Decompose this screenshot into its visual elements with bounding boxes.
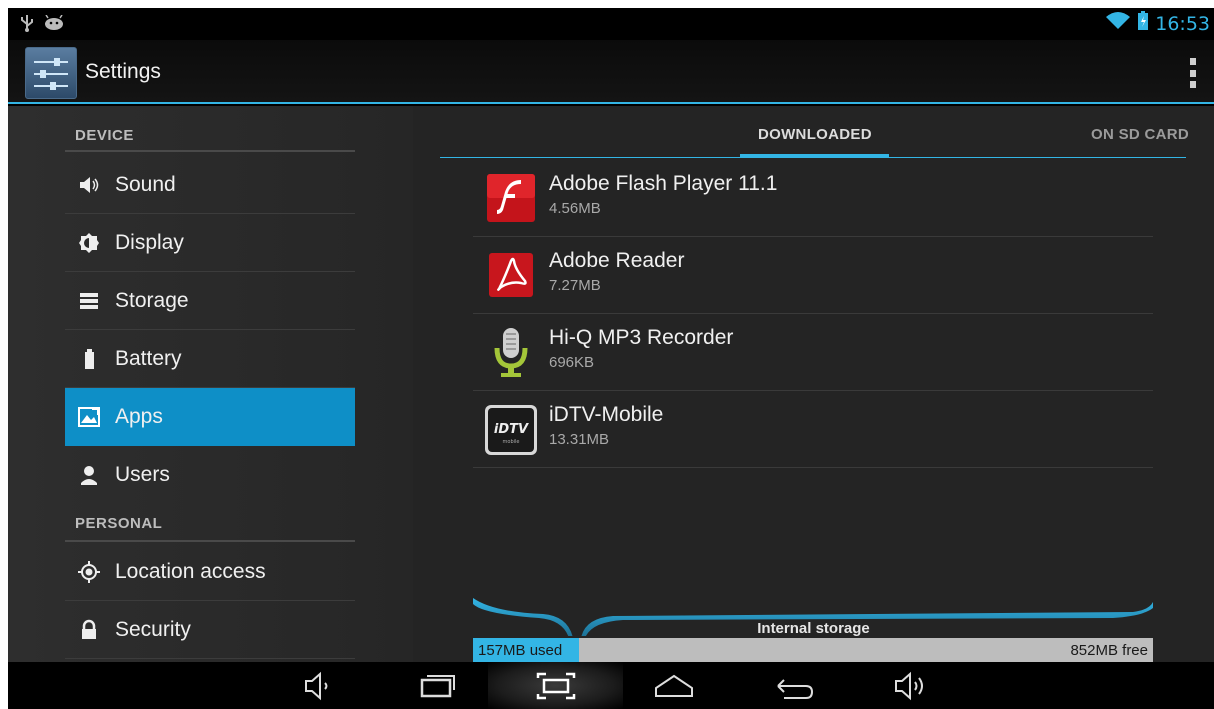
navigation-bar: [8, 662, 1214, 709]
sidebar-item-location-access[interactable]: Location access: [65, 543, 355, 601]
overflow-menu-icon[interactable]: [1188, 58, 1198, 88]
section-header-personal: PERSONAL: [65, 504, 355, 542]
volume-down-icon[interactable]: [298, 670, 338, 702]
sidebar-item-label: Battery: [115, 347, 182, 370]
app-row-idtv-mobile[interactable]: iDTV mobile iDTV-Mobile 13.31MB: [473, 391, 1153, 468]
sidebar-item-label: Users: [115, 463, 170, 486]
sidebar-item-users[interactable]: Users: [65, 446, 355, 504]
sidebar-item-label: Location access: [115, 560, 266, 583]
app-size: 13.31MB: [549, 431, 610, 448]
battery-icon: [78, 348, 100, 370]
clock: 16:53: [1155, 12, 1210, 35]
app-name: Hi-Q MP3 Recorder: [549, 326, 734, 349]
tab-on-sd-card[interactable]: ON SD CARD: [1091, 126, 1189, 143]
settings-sidebar: DEVICE Sound Display Storage Battery App…: [8, 106, 413, 662]
section-header-device: DEVICE: [65, 114, 355, 152]
user-icon: [78, 464, 100, 486]
sidebar-item-label: Storage: [115, 289, 189, 312]
apps-icon: [78, 406, 100, 428]
back-icon[interactable]: [774, 670, 814, 702]
wifi-icon: [1105, 12, 1131, 35]
app-row-hi-q-mp3-recorder[interactable]: Hi-Q MP3 Recorder 696KB: [473, 314, 1153, 391]
flash-player-icon: [483, 170, 539, 226]
app-name: Adobe Reader: [549, 249, 685, 272]
battery-charging-icon: [1137, 11, 1149, 36]
adobe-reader-icon: [483, 247, 539, 303]
sidebar-item-apps[interactable]: Apps: [65, 388, 355, 446]
lock-icon: [78, 619, 100, 641]
svg-text:iDTV: iDTV: [494, 422, 529, 437]
usb-icon: [20, 14, 34, 37]
app-name: Adobe Flash Player 11.1: [549, 172, 778, 195]
tab-indicator: [740, 154, 889, 158]
page-title: Settings: [85, 60, 161, 83]
settings-sliders-icon[interactable]: [25, 47, 77, 99]
section-label: PERSONAL: [75, 515, 163, 532]
storage-bar: 157MB used 852MB free: [473, 638, 1153, 662]
sidebar-item-display[interactable]: Display: [65, 214, 355, 272]
sidebar-item-battery[interactable]: Battery: [65, 330, 355, 388]
brightness-icon: [78, 232, 100, 254]
speaker-icon: [78, 174, 100, 196]
app-size: 4.56MB: [549, 200, 601, 217]
status-bar: 16:53: [8, 8, 1214, 40]
tablet-screen: 16:53 Settings DEVICE Sound Display Stor…: [8, 8, 1214, 709]
sidebar-item-sound[interactable]: Sound: [65, 156, 355, 214]
app-size: 696KB: [549, 354, 595, 371]
sidebar-item-label: Apps: [115, 405, 163, 428]
volume-up-icon[interactable]: [892, 670, 932, 702]
action-bar: Settings: [8, 40, 1214, 104]
recent-apps-icon[interactable]: [418, 670, 458, 702]
tab-downloaded[interactable]: DOWNLOADED: [758, 126, 872, 143]
storage-free-label: 852MB free: [1070, 642, 1148, 659]
storage-icon: [78, 290, 100, 312]
home-icon[interactable]: [654, 670, 694, 702]
location-icon: [78, 561, 100, 583]
sidebar-item-security[interactable]: Security: [65, 601, 355, 659]
app-row-adobe-flash-player[interactable]: Adobe Flash Player 11.1 4.56MB: [473, 160, 1153, 237]
app-name: iDTV-Mobile: [549, 403, 664, 426]
svg-text:mobile: mobile: [503, 439, 520, 445]
section-label: DEVICE: [75, 127, 134, 144]
app-row-adobe-reader[interactable]: Adobe Reader 7.27MB: [473, 237, 1153, 314]
screenshot-icon[interactable]: [536, 670, 576, 702]
storage-used-label: 157MB used: [478, 642, 563, 659]
sidebar-item-storage[interactable]: Storage: [65, 272, 355, 330]
android-debug-icon: [44, 14, 64, 36]
sidebar-item-label: Display: [115, 231, 184, 254]
sidebar-item-label: Sound: [115, 173, 176, 196]
apps-panel: DOWNLOADED ON SD CARD Adobe Flash Player…: [413, 106, 1214, 662]
app-size: 7.27MB: [549, 277, 601, 294]
storage-label: Internal storage: [757, 620, 870, 637]
idtv-icon: iDTV mobile: [483, 401, 539, 457]
microphone-icon: [483, 324, 539, 380]
sidebar-item-label: Security: [115, 618, 191, 641]
